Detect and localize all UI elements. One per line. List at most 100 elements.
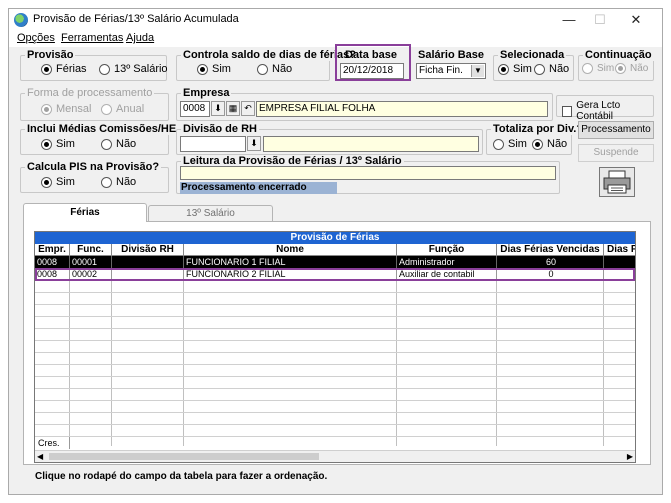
calcula-pis-sim-radio[interactable]: Sim [41,176,75,188]
divisao-rh-code-input[interactable] [180,136,246,152]
grid-divider [35,376,635,377]
main-window: Provisão de Férias/13º Salário Acumulada… [8,8,663,495]
controla-saldo-nao-radio[interactable]: Não [257,63,292,75]
radio-icon [534,63,545,75]
col-header-dias-vencidas[interactable]: Dias Férias Vencidas [497,244,604,256]
grid-divider [35,340,635,341]
continuacao-sim-radio[interactable]: Sim [582,63,614,74]
forma-mensal-radio[interactable]: Mensal [41,103,91,115]
continuacao-group: Continuação Sim Não [578,49,654,81]
maximize-button[interactable]: ☐ [585,11,615,29]
calcula-pis-label: Calcula PIS na Provisão? [25,161,162,173]
radio-selected-icon [41,63,52,75]
forma-processamento-group: Forma de processamento Mensal Anual [20,87,169,121]
calcula-pis-group: Calcula PIS na Provisão? Sim Não [20,161,169,193]
status-text: Clique no rodapé do campo da tabela para… [35,471,328,482]
divisao-rh-label: Divisão de RH [181,123,259,135]
lookup-arrow-icon[interactable]: ⬇ [211,101,225,116]
col-header-func[interactable]: Func. [70,244,112,256]
provisao-label: Provisão [25,49,76,61]
scroll-right-icon[interactable]: ▶ [627,451,633,462]
tab-panel: Provisão de Férias Empr. Func. Divisão R… [23,221,651,465]
menu-ajuda[interactable]: Ajuda [126,32,154,44]
grid-divider [496,256,497,446]
controla-saldo-label: Controla saldo de dias de férias? [181,49,358,61]
cell-dias-p [604,256,635,268]
totaliza-nao-radio[interactable]: Não [532,138,567,150]
gera-lcto-group: Gera Lcto Contábil [556,95,654,122]
grid-divider [69,256,70,446]
selecionada-nao-radio[interactable]: Não [534,63,569,75]
calcula-pis-nao-radio[interactable]: Não [101,176,136,188]
radio-icon [582,63,593,74]
suspende-button[interactable]: Suspende [578,144,654,162]
menu-opcoes[interactable]: Opções [17,32,55,44]
col-header-funcao[interactable]: Função [397,244,497,256]
tab-13-salario[interactable]: 13º Salário [148,205,273,221]
sort-footer-cell[interactable]: Cres. [35,437,70,449]
undo-icon[interactable]: ↶ [241,101,255,116]
grid-divider [35,352,635,353]
selecionada-sim-radio[interactable]: Sim [498,63,532,75]
leitura-group: Leitura da Provisão de Férias / 13º Salá… [176,155,560,194]
empresa-label: Empresa [181,87,232,99]
radio-selected-icon [41,176,52,188]
radio-selected-icon [197,63,208,75]
divisao-rh-group: Divisão de RH ⬇ [176,123,483,155]
chevron-down-icon[interactable]: ▼ [471,65,484,77]
print-button[interactable] [599,167,635,197]
controla-saldo-sim-radio[interactable]: Sim [197,63,231,75]
lookup-arrow-icon[interactable]: ⬇ [247,136,261,151]
totaliza-sim-radio[interactable]: Sim [493,138,527,150]
gera-lcto-checkbox[interactable]: Gera Lcto Contábil [562,100,653,122]
inclui-medias-sim-radio[interactable]: Sim [41,138,75,150]
provisao-ferias-radio[interactable]: Férias [41,63,87,75]
grid-divider [603,256,604,446]
col-header-nome[interactable]: Nome [184,244,397,256]
controla-saldo-group: Controla saldo de dias de férias? Sim Nã… [176,49,358,81]
continuacao-label: Continuação [583,49,654,61]
cell-func: 00001 [70,256,112,268]
menu-ferramentas[interactable]: Ferramentas [61,32,123,44]
row-highlight [35,268,635,281]
continuacao-nao-radio[interactable]: Não [615,63,648,74]
empresa-code-input[interactable]: 0008 [180,101,210,117]
minimize-button[interactable]: — [554,11,584,29]
grid-divider [35,424,635,425]
radio-selected-icon [615,63,626,74]
close-button[interactable]: ✕ [621,11,651,29]
forma-anual-radio[interactable]: Anual [101,103,144,115]
data-base-input[interactable]: 20/12/2018 [340,63,404,79]
app-icon [14,13,28,27]
tab-ferias[interactable]: Férias [23,203,147,222]
salario-base-select[interactable]: Ficha Fin. ▼ [416,63,486,79]
col-header-divisao[interactable]: Divisão RH [112,244,184,256]
radio-icon [101,138,112,150]
selecionada-label: Selecionada [498,49,567,61]
cell-funcao: Administrador [397,256,497,268]
totaliza-div-label: Totaliza por Div.? [491,123,586,135]
scroll-thumb[interactable] [49,453,319,460]
table-row[interactable]: 0008 00001 FUNCIONARIO 1 FILIAL Administ… [35,256,635,268]
inclui-medias-group: Inclui Médias Comissões/HE Sim Não [20,123,179,155]
horizontal-scrollbar[interactable]: ◀ ▶ [35,450,635,462]
provisao-group: Provisão Férias 13º Salário [20,49,168,81]
provisao-13-radio[interactable]: 13º Salário [99,63,168,75]
radio-selected-icon [41,138,52,150]
radio-selected-icon [41,103,52,115]
grid-divider [35,436,635,437]
radio-icon [257,63,268,75]
col-header-empr[interactable]: Empr. [35,244,70,256]
scroll-left-icon[interactable]: ◀ [37,451,43,462]
radio-selected-icon [498,63,509,75]
cell-empr: 0008 [35,256,70,268]
data-base-label: Data base [345,49,397,61]
forma-processamento-label: Forma de processamento [25,87,155,99]
processamento-button[interactable]: Processamento [578,121,654,139]
search-icon[interactable]: ▦ [226,101,240,116]
leitura-current-field [180,166,556,180]
printer-icon [603,170,631,194]
empresa-name-field: EMPRESA FILIAL FOLHA [256,101,548,117]
col-header-dias-p[interactable]: Dias P [604,244,635,256]
inclui-medias-nao-radio[interactable]: Não [101,138,136,150]
